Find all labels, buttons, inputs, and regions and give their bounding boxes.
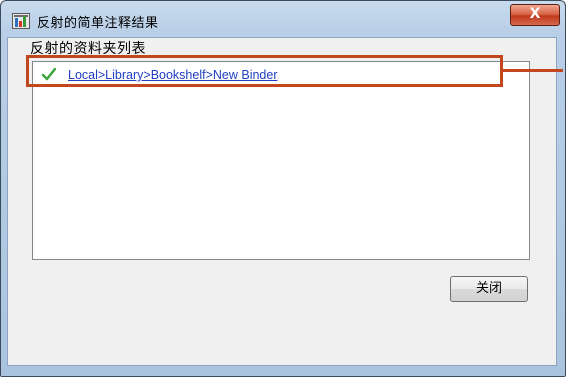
highlight-callout-box bbox=[26, 55, 503, 87]
close-icon: X bbox=[529, 6, 541, 22]
window-close-button[interactable]: X bbox=[510, 4, 560, 26]
highlight-callout-line bbox=[503, 69, 563, 72]
close-button[interactable]: 关闭 bbox=[450, 276, 528, 302]
title-bar[interactable]: 反射的简单注释结果 X bbox=[1, 1, 565, 35]
app-chart-icon bbox=[12, 13, 30, 29]
folder-listbox[interactable]: Local>Library>Bookshelf>New Binder bbox=[32, 61, 530, 260]
window-title: 反射的简单注释结果 bbox=[37, 16, 159, 31]
